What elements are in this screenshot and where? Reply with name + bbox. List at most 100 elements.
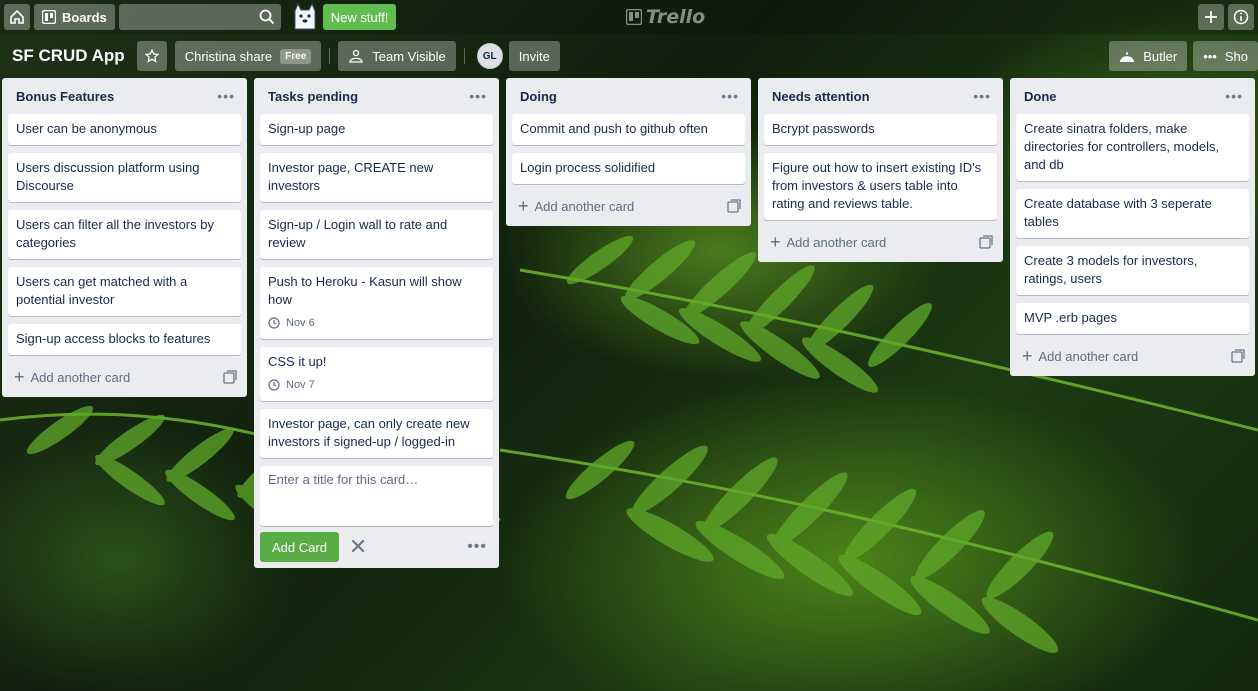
visibility-label: Team Visible bbox=[372, 48, 446, 64]
card[interactable]: Bcrypt passwords bbox=[764, 114, 997, 145]
butler-bell-icon bbox=[1120, 52, 1135, 62]
board-title[interactable]: SF CRUD App bbox=[12, 46, 125, 66]
list-header[interactable]: Doing ••• bbox=[512, 78, 745, 114]
card[interactable]: Create 3 models for investors, ratings, … bbox=[1016, 246, 1249, 295]
boards-label: Boards bbox=[62, 9, 107, 25]
template-icon[interactable] bbox=[727, 199, 741, 213]
invite-button[interactable]: Invite bbox=[508, 41, 560, 71]
team-visible-icon bbox=[349, 49, 364, 63]
create-button[interactable] bbox=[1198, 4, 1224, 30]
card[interactable]: Login process solidified bbox=[512, 153, 745, 184]
divider bbox=[329, 48, 331, 64]
add-card-button[interactable]: + Add another card bbox=[8, 363, 241, 391]
card[interactable]: Sign-up access blocks to features bbox=[8, 324, 241, 355]
card[interactable]: Users can get matched with a potential i… bbox=[8, 267, 241, 316]
list-header[interactable]: Done ••• bbox=[1016, 78, 1249, 114]
card-title-input[interactable] bbox=[268, 472, 485, 520]
trello-logo-icon bbox=[626, 9, 642, 25]
team-name: Christina share bbox=[184, 48, 273, 64]
list-title[interactable]: Doing bbox=[516, 89, 557, 104]
card[interactable]: MVP .erb pages bbox=[1016, 303, 1249, 334]
template-icon[interactable] bbox=[1231, 349, 1245, 363]
show-menu-label: Sho bbox=[1224, 48, 1248, 64]
info-button[interactable] bbox=[1228, 4, 1254, 30]
card[interactable]: Users can filter all the investors by ca… bbox=[8, 210, 241, 259]
card[interactable]: Create database with 3 seperate tables bbox=[1016, 189, 1249, 238]
boards-button[interactable]: Boards bbox=[34, 4, 115, 30]
list-bonus-features[interactable]: Bonus Features ••• User can be anonymous… bbox=[2, 78, 247, 397]
add-card-button[interactable]: + Add another card bbox=[512, 192, 745, 220]
list-menu-icon[interactable]: ••• bbox=[1225, 88, 1245, 104]
plus-icon: + bbox=[1022, 346, 1033, 366]
card[interactable]: Users discussion platform using Discours… bbox=[8, 153, 241, 202]
close-icon[interactable]: ✕ bbox=[349, 536, 367, 558]
boards-icon bbox=[42, 10, 56, 24]
due-date: Nov 7 bbox=[286, 379, 315, 391]
list-tasks-pending[interactable]: Tasks pending ••• Sign-up page Investor … bbox=[254, 78, 499, 568]
search-input[interactable] bbox=[118, 4, 281, 30]
trello-logo[interactable]: Trello bbox=[626, 6, 705, 28]
taco-mascot-icon[interactable] bbox=[289, 1, 321, 33]
card[interactable]: Investor page, CREATE new investors bbox=[260, 153, 493, 202]
more-icon: ••• bbox=[1203, 48, 1217, 64]
team-button[interactable]: Christina share Free bbox=[174, 41, 322, 71]
due-date-badge[interactable]: Nov 7 bbox=[268, 376, 485, 394]
star-button[interactable] bbox=[136, 41, 167, 71]
add-card-label: Add another card bbox=[786, 234, 887, 250]
list-header[interactable]: Tasks pending ••• bbox=[260, 78, 493, 114]
list-title[interactable]: Tasks pending bbox=[264, 89, 358, 104]
butler-button[interactable]: Butler bbox=[1109, 41, 1188, 71]
card[interactable]: Push to Heroku - Kasun will show how Nov… bbox=[260, 267, 493, 339]
info-icon bbox=[1233, 9, 1249, 25]
add-card-button[interactable]: + Add another card bbox=[764, 228, 997, 256]
due-date-badge[interactable]: Nov 6 bbox=[268, 314, 485, 332]
card[interactable]: Sign-up / Login wall to rate and review bbox=[260, 210, 493, 259]
plus-icon: + bbox=[518, 196, 529, 216]
plus-icon bbox=[1205, 11, 1217, 23]
list-menu-icon[interactable]: ••• bbox=[973, 88, 993, 104]
divider bbox=[463, 48, 465, 64]
team-plan-badge: Free bbox=[280, 48, 312, 64]
card[interactable]: Figure out how to insert existing ID's f… bbox=[764, 153, 997, 220]
list-title[interactable]: Needs attention bbox=[768, 89, 870, 104]
star-icon bbox=[144, 49, 159, 63]
card[interactable]: Investor page, can only create new inves… bbox=[260, 409, 493, 458]
card[interactable]: CSS it up! Nov 7 bbox=[260, 347, 493, 401]
search-box[interactable] bbox=[118, 4, 281, 30]
card-composer[interactable] bbox=[260, 466, 493, 526]
member-avatar[interactable]: GL bbox=[476, 43, 503, 69]
list-menu-icon[interactable]: ••• bbox=[217, 88, 237, 104]
clock-icon bbox=[268, 379, 280, 391]
card[interactable]: Create sinatra folders, make directories… bbox=[1016, 114, 1249, 181]
add-card-button[interactable]: + Add another card bbox=[1016, 342, 1249, 370]
card[interactable]: User can be anonymous bbox=[8, 114, 241, 145]
card[interactable]: Commit and push to github often bbox=[512, 114, 745, 145]
add-card-submit-button[interactable]: Add Card bbox=[260, 532, 339, 562]
board-header: SF CRUD App Christina share Free Team Vi… bbox=[0, 40, 1258, 72]
list-title[interactable]: Bonus Features bbox=[12, 89, 114, 104]
home-button[interactable] bbox=[4, 4, 30, 30]
add-card-label: Add another card bbox=[534, 198, 635, 214]
list-needs-attention[interactable]: Needs attention ••• Bcrypt passwords Fig… bbox=[758, 78, 1003, 262]
new-stuff-button[interactable]: New stuff! bbox=[322, 4, 397, 30]
list-menu-icon[interactable]: ••• bbox=[721, 88, 741, 104]
list-title[interactable]: Done bbox=[1020, 89, 1057, 104]
more-options-icon[interactable]: ••• bbox=[467, 538, 493, 556]
plus-icon: + bbox=[14, 367, 25, 387]
butler-label: Butler bbox=[1143, 48, 1178, 64]
list-menu-icon[interactable]: ••• bbox=[469, 88, 489, 104]
template-icon[interactable] bbox=[223, 370, 237, 384]
list-doing[interactable]: Doing ••• Commit and push to github ofte… bbox=[506, 78, 751, 226]
show-menu-button[interactable]: ••• Sho bbox=[1193, 41, 1258, 71]
add-card-label: Add another card bbox=[1038, 348, 1139, 364]
list-done[interactable]: Done ••• Create sinatra folders, make di… bbox=[1010, 78, 1255, 376]
search-icon[interactable] bbox=[259, 9, 275, 25]
plus-icon: + bbox=[770, 232, 781, 252]
card[interactable]: Sign-up page bbox=[260, 114, 493, 145]
home-icon bbox=[10, 9, 24, 24]
list-header[interactable]: Needs attention ••• bbox=[764, 78, 997, 114]
template-icon[interactable] bbox=[979, 235, 993, 249]
composer-controls: Add Card ✕ ••• bbox=[260, 532, 493, 562]
visibility-button[interactable]: Team Visible bbox=[338, 41, 456, 71]
list-header[interactable]: Bonus Features ••• bbox=[8, 78, 241, 114]
